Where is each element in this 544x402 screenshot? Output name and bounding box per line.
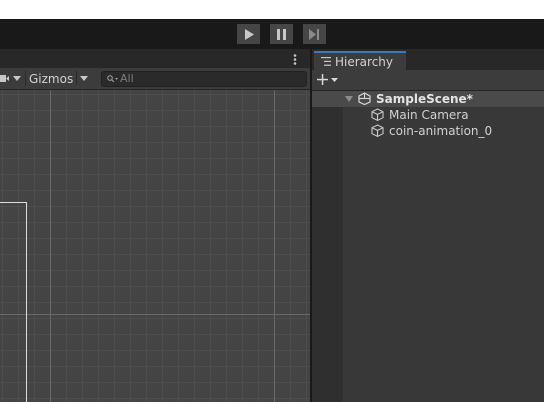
search-placeholder: All	[120, 72, 134, 85]
camera-dropdown[interactable]	[0, 71, 24, 86]
unity-scene-icon	[358, 92, 371, 105]
gameobject-cube-icon	[371, 108, 384, 121]
play-button[interactable]	[237, 24, 260, 44]
scene-grid	[0, 90, 310, 402]
hierarchy-toolbar	[312, 70, 544, 91]
gameobject-cube-icon	[371, 124, 384, 137]
pause-icon	[277, 28, 286, 40]
list-icon	[321, 57, 331, 66]
main-toolbar	[0, 19, 544, 49]
gizmos-dropdown[interactable]: Gizmos	[26, 70, 92, 87]
tab-hierarchy[interactable]: Hierarchy	[314, 51, 406, 70]
add-object-dropdown[interactable]	[317, 72, 343, 88]
camera-icon	[0, 75, 9, 82]
play-icon	[244, 28, 254, 40]
list-item-label: coin-animation_0	[389, 124, 493, 138]
list-item[interactable]: coin-animation_0	[312, 123, 544, 139]
scene-row[interactable]: SampleScene*	[312, 91, 544, 107]
search-input[interactable]: All	[101, 71, 307, 87]
scene-panel-header	[0, 49, 310, 68]
more-options-icon[interactable]	[293, 54, 297, 65]
gizmos-label: Gizmos	[29, 72, 74, 86]
scene-name: SampleScene*	[376, 92, 473, 106]
chevron-down-icon	[13, 76, 21, 81]
scene-toolbar: Gizmos All	[0, 68, 310, 90]
search-icon	[107, 75, 118, 83]
pause-button[interactable]	[270, 24, 293, 44]
list-item[interactable]: Main Camera	[312, 107, 544, 123]
scene-viewport[interactable]	[0, 90, 310, 402]
divider	[76, 71, 77, 85]
plus-icon	[317, 74, 328, 85]
chevron-down-icon	[80, 76, 88, 81]
hierarchy-tree: SampleScene* Main Camera coin-animation_…	[312, 91, 544, 402]
chevron-down-icon	[331, 78, 338, 82]
expand-arrow-icon[interactable]	[345, 96, 353, 102]
list-item-label: Main Camera	[389, 108, 469, 122]
step-button[interactable]	[303, 24, 326, 44]
tab-label: Hierarchy	[335, 55, 394, 69]
step-icon	[309, 28, 319, 40]
hierarchy-tab-strip: Hierarchy	[312, 49, 544, 70]
